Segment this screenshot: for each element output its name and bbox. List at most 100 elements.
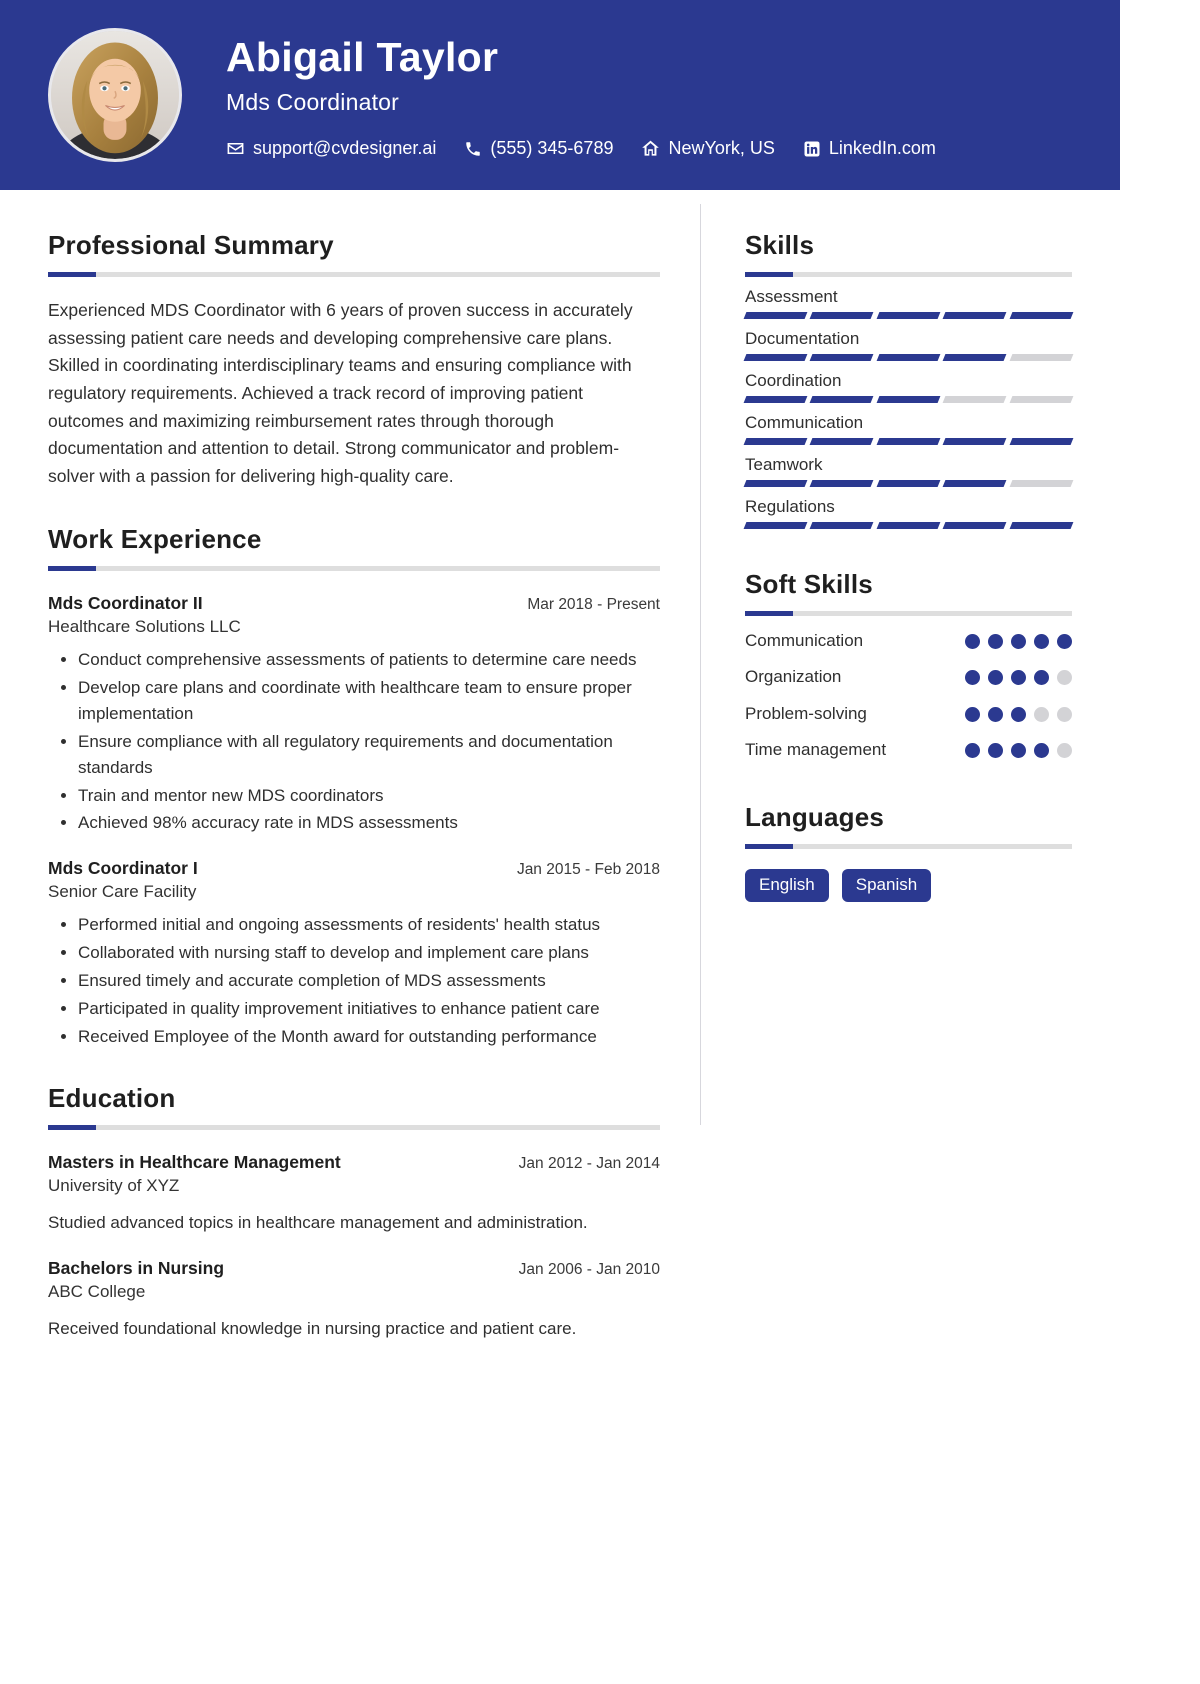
section-rule bbox=[48, 272, 660, 277]
entry-bullet: Achieved 98% accuracy rate in MDS assess… bbox=[78, 810, 660, 836]
skill-label: Regulations bbox=[745, 497, 835, 516]
skill-segment bbox=[809, 396, 875, 403]
soft-skill-row: Problem-solving bbox=[745, 702, 1072, 725]
soft-skills-list: Communication Organization Problem-solving… bbox=[745, 629, 1072, 762]
section-education: Education Masters in Healthcare Manageme… bbox=[48, 1083, 660, 1341]
rating-dot bbox=[965, 634, 980, 649]
entry-header: Bachelors in Nursing Jan 2006 - Jan 2010 bbox=[48, 1258, 660, 1279]
summary-text: Experienced MDS Coordinator with 6 years… bbox=[48, 300, 633, 486]
soft-skill-rating bbox=[965, 738, 1072, 759]
contact-row: support@cvdesigner.ai (555) 345-6789 New… bbox=[226, 138, 936, 159]
entry-header: Masters in Healthcare Management Jan 2012… bbox=[48, 1152, 660, 1173]
entry-date: Jan 2015 - Feb 2018 bbox=[516, 861, 660, 879]
skill-segment bbox=[942, 480, 1008, 487]
entry-organization: Healthcare Solutions LLC bbox=[48, 617, 241, 637]
skill-segment bbox=[942, 522, 1008, 529]
skill-row: Assessment bbox=[743, 287, 1074, 319]
skill-level-bar bbox=[743, 312, 1074, 319]
skills-heading: Skills bbox=[745, 230, 815, 260]
entry-date: Mar 2018 - Present bbox=[527, 596, 660, 614]
contact-location-text: NewYork, US bbox=[668, 138, 775, 159]
candidate-role: Mds Coordinator bbox=[226, 89, 400, 116]
linkedin-icon bbox=[803, 140, 821, 158]
skill-segment bbox=[876, 522, 941, 529]
skill-segment bbox=[942, 354, 1008, 361]
skill-row: Documentation bbox=[743, 329, 1074, 361]
entry-bullet-list: Conduct comprehensive assessments of pat… bbox=[48, 647, 660, 836]
experience-entry: Mds Coordinator II Mar 2018 - Present Heal… bbox=[48, 593, 660, 836]
resume-page: Abigail Taylor Mds Coordinator support@c… bbox=[0, 0, 1120, 1684]
soft-skill-label: Organization bbox=[745, 667, 842, 687]
contact-email[interactable]: support@cvdesigner.ai bbox=[226, 138, 436, 159]
soft-skill-row: Communication bbox=[745, 629, 1072, 652]
contact-location[interactable]: NewYork, US bbox=[641, 138, 775, 159]
skill-row: Coordination bbox=[743, 371, 1074, 403]
avatar bbox=[48, 28, 182, 162]
rating-dot bbox=[1011, 634, 1026, 649]
skill-label: Coordination bbox=[745, 371, 842, 390]
education-entry: Bachelors in Nursing Jan 2006 - Jan 2010 A… bbox=[48, 1258, 660, 1342]
section-rule bbox=[48, 566, 660, 572]
entry-bullet: Conduct comprehensive assessments of pat… bbox=[78, 647, 660, 673]
skill-segment bbox=[876, 354, 941, 361]
experience-entry: Mds Coordinator I Jan 2015 - Feb 2018 Seni… bbox=[48, 858, 660, 1049]
entry-title: Bachelors in Nursing bbox=[48, 1257, 225, 1278]
education-entry: Masters in Healthcare Management Jan 2012… bbox=[48, 1152, 660, 1236]
skill-label: Communication bbox=[745, 413, 864, 432]
rating-dot bbox=[1011, 670, 1026, 686]
skill-level-bar bbox=[743, 522, 1074, 529]
candidate-name: Abigail Taylor bbox=[226, 33, 499, 80]
skill-segment bbox=[1009, 438, 1074, 445]
section-rule bbox=[745, 843, 1072, 849]
skill-segment bbox=[942, 312, 1008, 319]
skill-segment bbox=[743, 438, 808, 445]
rating-dot bbox=[965, 743, 980, 759]
skill-segment bbox=[809, 522, 875, 529]
language-chip: English bbox=[745, 868, 829, 903]
entry-bullet: Ensured timely and accurate completion o… bbox=[78, 968, 660, 994]
skill-segment bbox=[743, 396, 808, 403]
summary-heading: Professional Summary bbox=[48, 230, 334, 260]
skill-level-bar bbox=[743, 480, 1074, 487]
rating-dot bbox=[1034, 743, 1049, 759]
experience-list: Mds Coordinator II Mar 2018 - Present Heal… bbox=[48, 593, 660, 1049]
rating-dot bbox=[1057, 634, 1072, 649]
soft-skill-rating bbox=[965, 665, 1072, 686]
rating-dot bbox=[1011, 706, 1026, 722]
entry-description: Received foundational knowledge in nursi… bbox=[48, 1318, 577, 1338]
entry-title: Mds Coordinator I bbox=[48, 858, 198, 879]
skill-row: Teamwork bbox=[743, 455, 1074, 487]
rating-dot bbox=[988, 743, 1003, 759]
soft-skill-row: Organization bbox=[745, 665, 1072, 688]
side-column: Skills Assessment Documentation Coordinati… bbox=[701, 194, 1120, 1415]
section-languages: Languages English Spanish bbox=[745, 802, 1072, 903]
header-text-block: Abigail Taylor Mds Coordinator support@c… bbox=[226, 31, 936, 159]
entry-header: Mds Coordinator II Mar 2018 - Present bbox=[48, 593, 660, 614]
languages-list: English Spanish bbox=[745, 868, 1072, 903]
contact-linkedin[interactable]: LinkedIn.com bbox=[803, 138, 936, 159]
entry-bullet: Received Employee of the Month award for… bbox=[78, 1024, 660, 1050]
entry-date: Jan 2012 - Jan 2014 bbox=[518, 1155, 660, 1173]
rating-dot bbox=[965, 706, 980, 722]
entry-bullet: Train and mentor new MDS coordinators bbox=[78, 783, 660, 809]
entry-bullet-list: Performed initial and ongoing assessment… bbox=[48, 912, 660, 1049]
skill-segment bbox=[809, 480, 875, 487]
contact-phone[interactable]: (555) 345-6789 bbox=[464, 138, 613, 159]
resume-body: Professional Summary Experienced MDS Coo… bbox=[0, 190, 1120, 1415]
entry-organization: University of XYZ bbox=[48, 1176, 180, 1196]
skill-segment bbox=[876, 480, 941, 487]
rating-dot bbox=[988, 670, 1003, 686]
rating-dot bbox=[1057, 706, 1072, 722]
contact-linkedin-text: LinkedIn.com bbox=[828, 138, 936, 159]
skill-level-bar bbox=[743, 396, 1074, 403]
skill-segment bbox=[743, 522, 808, 529]
skill-segment bbox=[876, 438, 941, 445]
entry-organization: Senior Care Facility bbox=[48, 882, 197, 902]
entry-organization: ABC College bbox=[48, 1281, 146, 1301]
skill-level-bar bbox=[743, 354, 1074, 361]
soft-skill-rating bbox=[965, 629, 1072, 649]
section-work-experience: Work Experience Mds Coordinator II Mar 20… bbox=[48, 524, 660, 1049]
skill-label: Documentation bbox=[745, 329, 860, 348]
skill-segment bbox=[743, 312, 808, 319]
entry-bullet: Develop care plans and coordinate with h… bbox=[78, 675, 660, 727]
